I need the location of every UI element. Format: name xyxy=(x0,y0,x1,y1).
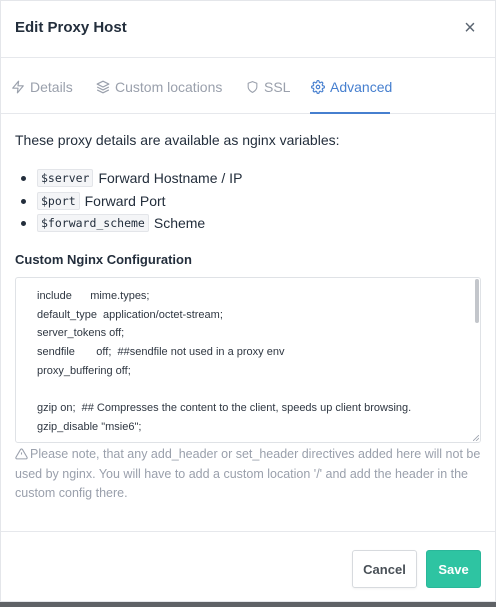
variable-code: $server xyxy=(37,169,94,188)
variables-intro: These proxy details are available as ngi… xyxy=(15,132,340,148)
note-text: Please note, that any add_header or set_… xyxy=(15,447,481,500)
tab-bar: Details Custom locations SSL Advanced xyxy=(1,58,495,114)
variable-code: $forward_scheme xyxy=(37,214,149,233)
config-line xyxy=(37,380,411,399)
modal-title: Edit Proxy Host xyxy=(15,19,127,36)
config-line: gzip_disable "msie6"; xyxy=(37,420,142,433)
modal-header: Edit Proxy Host × xyxy=(1,1,495,58)
zap-icon xyxy=(12,80,24,94)
header-warning-note: Please note, that any add_header or set_… xyxy=(15,445,485,504)
tab-label: Advanced xyxy=(330,79,393,95)
close-icon[interactable]: × xyxy=(461,17,479,39)
config-line: include mime.types; xyxy=(37,290,150,302)
tab-label: SSL xyxy=(264,79,291,95)
config-line: sendfile off; ##sendfile not used in a p… xyxy=(37,346,285,359)
resize-handle-icon[interactable] xyxy=(473,435,479,441)
modal-footer: Cancel Save xyxy=(1,531,495,603)
config-line: default_type application/octet-stream; xyxy=(37,308,223,321)
variable-desc: Scheme xyxy=(153,215,206,232)
config-line: proxy_buffering off; xyxy=(37,364,131,377)
config-content: include mime.types; default_type applica… xyxy=(37,287,411,437)
variable-item: $port Forward Port xyxy=(20,190,242,213)
variable-desc: Forward Hostname / IP xyxy=(98,170,243,187)
nginx-config-textarea[interactable]: include mime.types; default_type applica… xyxy=(15,277,481,443)
cancel-button[interactable]: Cancel xyxy=(352,550,417,588)
save-button[interactable]: Save xyxy=(426,550,481,588)
backdrop-strip xyxy=(0,602,496,607)
variable-item: $forward_scheme Scheme xyxy=(20,212,242,235)
tab-details[interactable]: Details xyxy=(11,77,73,97)
variable-code: $port xyxy=(37,191,80,210)
tab-label: Details xyxy=(30,79,73,95)
layers-icon xyxy=(96,80,110,94)
active-tab-indicator xyxy=(310,112,390,114)
config-line: gzip on; ## Compresses the content to th… xyxy=(37,402,412,415)
variables-list: $server Forward Hostname / IP $port Forw… xyxy=(20,167,243,235)
config-label: Custom Nginx Configuration xyxy=(15,252,192,267)
gear-icon xyxy=(311,80,325,94)
tab-ssl[interactable]: SSL xyxy=(246,77,290,97)
tab-label: Custom locations xyxy=(115,79,223,95)
config-line: server_tokens off; xyxy=(37,327,125,340)
alert-triangle-icon xyxy=(15,448,28,460)
variable-item: $server Forward Hostname / IP xyxy=(20,167,243,190)
variable-desc: Forward Port xyxy=(84,192,166,209)
shield-icon xyxy=(247,81,258,93)
edit-proxy-host-modal: Edit Proxy Host × Details Custom locatio… xyxy=(0,0,496,602)
textarea-scrollbar[interactable] xyxy=(475,279,479,323)
tab-advanced[interactable]: Advanced xyxy=(311,77,392,97)
tab-custom-locations[interactable]: Custom locations xyxy=(96,77,222,97)
